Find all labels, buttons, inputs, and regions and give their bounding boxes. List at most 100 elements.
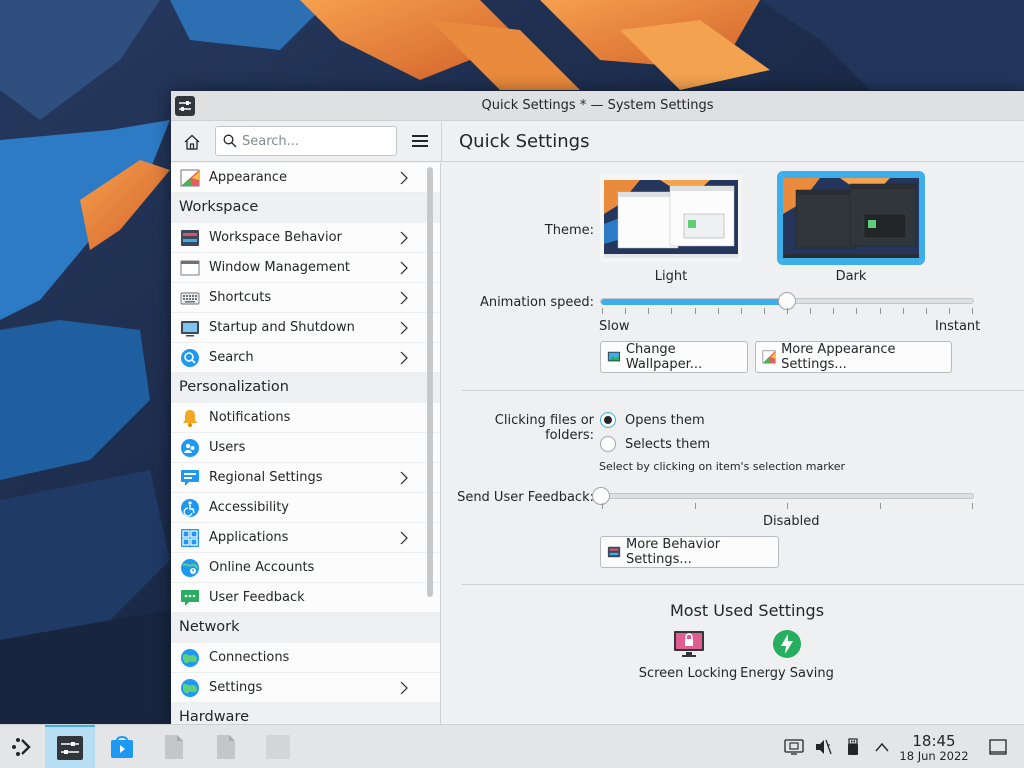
usb-drive-icon: [848, 738, 858, 755]
section-label: Workspace: [179, 199, 259, 215]
slider-tick: [648, 308, 650, 314]
slider-tick: [925, 308, 927, 314]
sidebar-item-notifications[interactable]: Notifications: [171, 403, 440, 433]
show-desktop-button[interactable]: [988, 737, 1008, 757]
clicking-files-label: Clicking files or folders:: [494, 413, 594, 443]
slider-tick: [694, 308, 696, 314]
display-config-icon: [784, 739, 804, 755]
search-icon: [223, 134, 237, 148]
tray-display-config[interactable]: [784, 737, 804, 757]
sidebar-item-applications[interactable]: Applications: [171, 523, 440, 553]
sidebar-item-label: Applications: [209, 530, 289, 545]
sidebar-item-regional-settings[interactable]: Regional Settings: [171, 463, 440, 493]
hamburger-menu-button[interactable]: [409, 130, 431, 152]
titlebar[interactable]: Quick Settings * — System Settings: [171, 91, 1024, 121]
slider-tick: [694, 503, 696, 509]
keyboard-icon: [180, 292, 200, 305]
sidebar-item-startup-shutdown[interactable]: Startup and Shutdown: [171, 313, 440, 343]
file-icon: [165, 735, 183, 759]
animation-speed-fill: [601, 299, 787, 305]
sidebar-scrollbar-thumb[interactable]: [427, 167, 433, 597]
chevron-right-icon: [400, 321, 408, 335]
energy-saving-icon: [773, 630, 801, 658]
most-used-title: Most Used Settings: [670, 601, 825, 620]
page-title: Quick Settings: [459, 131, 590, 152]
tray-volume[interactable]: [813, 737, 833, 757]
workspace-behavior-icon: [181, 230, 199, 246]
taskbar-file-launcher-3[interactable]: [256, 725, 300, 768]
appearance-icon: [762, 350, 776, 364]
header-row: Quick Settings: [171, 122, 1024, 162]
sidebar-item-workspace-behavior[interactable]: Workspace Behavior: [171, 223, 440, 253]
sidebar-item-users[interactable]: Users: [171, 433, 440, 463]
clock-time[interactable]: 18:45: [900, 732, 968, 750]
blank-app-icon: [266, 735, 290, 759]
chevron-right-icon: [400, 261, 408, 275]
header-divider: [441, 122, 442, 162]
taskbar-file-launcher-2[interactable]: [204, 725, 248, 768]
user-feedback-handle[interactable]: [592, 487, 610, 505]
taskbar-discover[interactable]: [100, 725, 144, 768]
regional-settings-icon: [181, 470, 199, 486]
file-icon: [217, 735, 235, 759]
sidebar-item-search[interactable]: Search: [171, 343, 440, 373]
search-field[interactable]: [215, 126, 397, 156]
theme-light-thumbnail[interactable]: [600, 174, 742, 262]
globe-icon: [181, 649, 199, 667]
home-button[interactable]: [179, 130, 205, 154]
applications-icon: [181, 529, 199, 547]
hamburger-icon: [412, 135, 428, 147]
application-launcher-button[interactable]: [0, 725, 44, 768]
opens-them-label[interactable]: Opens them: [625, 413, 705, 428]
sidebar-item-shortcuts[interactable]: Shortcuts: [171, 283, 440, 313]
search-input[interactable]: [242, 132, 392, 150]
sidebar-item-appearance[interactable]: Appearance: [171, 163, 440, 193]
kde-launcher-icon: [12, 738, 31, 756]
more-appearance-settings-button[interactable]: More Appearance Settings...: [755, 341, 952, 373]
selects-them-label[interactable]: Selects them: [625, 437, 710, 452]
energy-saving-label: Energy Saving: [740, 666, 834, 681]
theme-light-label: Light: [654, 269, 688, 284]
sidebar-item-label: Shortcuts: [209, 290, 272, 305]
chevron-right-icon: [400, 531, 408, 545]
tray-expand-button[interactable]: [872, 737, 892, 757]
system-settings-window: Quick Settings * — System Settings Searc…: [171, 91, 1024, 724]
sidebar-item-network-settings[interactable]: Settings: [171, 673, 440, 703]
chevron-right-icon: [400, 471, 408, 485]
user-feedback-slider[interactable]: [600, 493, 974, 499]
opens-them-radio[interactable]: [600, 412, 616, 428]
taskbar-system-settings[interactable]: [45, 725, 95, 768]
sidebar-item-online-accounts[interactable]: Online Accounts: [171, 553, 440, 583]
clock-date[interactable]: 18 Jun 2022: [898, 749, 970, 763]
bell-icon: [183, 410, 197, 427]
more-appearance-label: More Appearance Settings...: [781, 342, 896, 372]
sidebar-item-user-feedback[interactable]: User Feedback: [171, 583, 440, 613]
change-wallpaper-button[interactable]: Change Wallpaper...: [600, 341, 748, 373]
light-theme-preview: [600, 174, 742, 262]
selects-them-radio[interactable]: [600, 436, 616, 452]
chevron-up-icon: [875, 742, 889, 752]
sidebar: Appearance Workspace Workspace Behavior …: [171, 163, 441, 724]
animation-instant-label: Instant: [935, 319, 981, 334]
online-accounts-icon: [181, 559, 199, 577]
sidebar-item-label: User Feedback: [209, 590, 305, 605]
feedback-value-label: Disabled: [763, 514, 820, 529]
wallpaper-icon: [607, 351, 621, 362]
sidebar-item-window-management[interactable]: Window Management: [171, 253, 440, 283]
slider-tick: [902, 308, 904, 314]
sidebar-item-accessibility[interactable]: Accessibility: [171, 493, 440, 523]
theme-dark-thumbnail[interactable]: [777, 171, 925, 265]
sidebar-scrollbar[interactable]: [427, 167, 435, 597]
sidebar-item-label: Workspace Behavior: [209, 230, 342, 245]
taskbar-file-launcher-1[interactable]: [152, 725, 196, 768]
slider-tick: [810, 308, 812, 314]
sidebar-item-label: Users: [209, 440, 246, 455]
quick-settings-content: Theme: Light Dark Animation speed: Slow …: [442, 163, 1024, 724]
workspace-behavior-icon: [607, 546, 621, 558]
more-behavior-settings-button[interactable]: More Behavior Settings...: [600, 536, 779, 568]
users-icon: [181, 439, 199, 457]
discover-icon: [111, 736, 133, 758]
tray-usb-devices[interactable]: [843, 737, 863, 757]
sidebar-item-connections[interactable]: Connections: [171, 643, 440, 673]
section-network: Network: [171, 613, 440, 643]
